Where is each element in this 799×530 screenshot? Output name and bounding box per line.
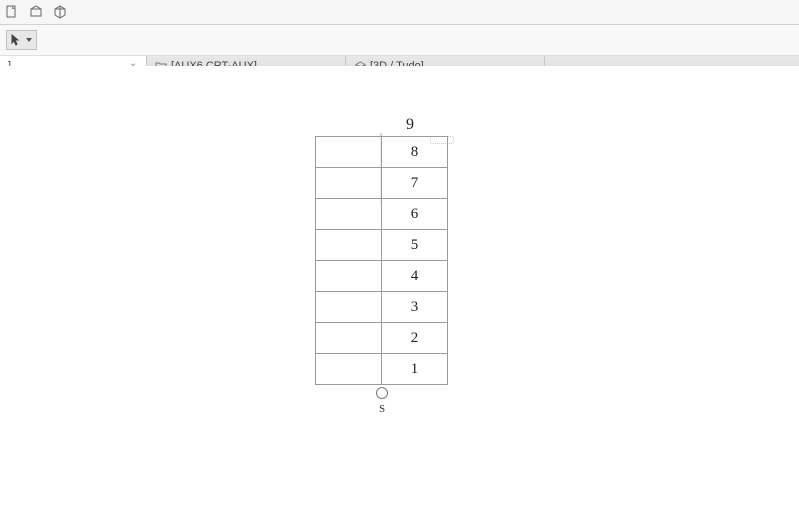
section-drawing: 8 7 6 5 4 3 2 1: [315, 136, 448, 385]
cell-empty: [316, 137, 382, 168]
table-row: 2: [316, 323, 448, 354]
cell-number: 5: [382, 230, 448, 261]
table-row: 1: [316, 354, 448, 385]
table-row: 8: [316, 137, 448, 168]
cell-number: 3: [382, 292, 448, 323]
cell-empty: [316, 323, 382, 354]
north-symbol-label: S: [379, 403, 385, 415]
cell-empty: [316, 261, 382, 292]
box-icon[interactable]: [28, 4, 44, 20]
cell-number: 7: [382, 168, 448, 199]
cell-empty: [316, 354, 382, 385]
page-icon[interactable]: [4, 4, 20, 20]
table-row: 5: [316, 230, 448, 261]
cell-number: 2: [382, 323, 448, 354]
cell-empty: [316, 199, 382, 230]
table-row: 7: [316, 168, 448, 199]
cell-empty: [316, 168, 382, 199]
arrow-tool-button[interactable]: [6, 30, 37, 50]
cell-number: 6: [382, 199, 448, 230]
level-table: 8 7 6 5 4 3 2 1: [315, 136, 448, 385]
table-row: 3: [316, 292, 448, 323]
cell-number: 1: [382, 354, 448, 385]
top-toolbar: [0, 0, 799, 25]
table-row: 6: [316, 199, 448, 230]
modules-icon[interactable]: [52, 4, 68, 20]
cell-number: 4: [382, 261, 448, 292]
cell-empty: [316, 292, 382, 323]
drawing-canvas[interactable]: 9 8 7 6 5 4 3 2 1 S: [0, 66, 799, 530]
chevron-down-icon: [26, 38, 32, 42]
tool-options-bar: [0, 25, 799, 56]
level-number-top: 9: [406, 116, 414, 134]
cell-number: 8: [382, 137, 448, 168]
table-row: 4: [316, 261, 448, 292]
north-symbol-circle: [376, 387, 388, 399]
cell-empty: [316, 230, 382, 261]
